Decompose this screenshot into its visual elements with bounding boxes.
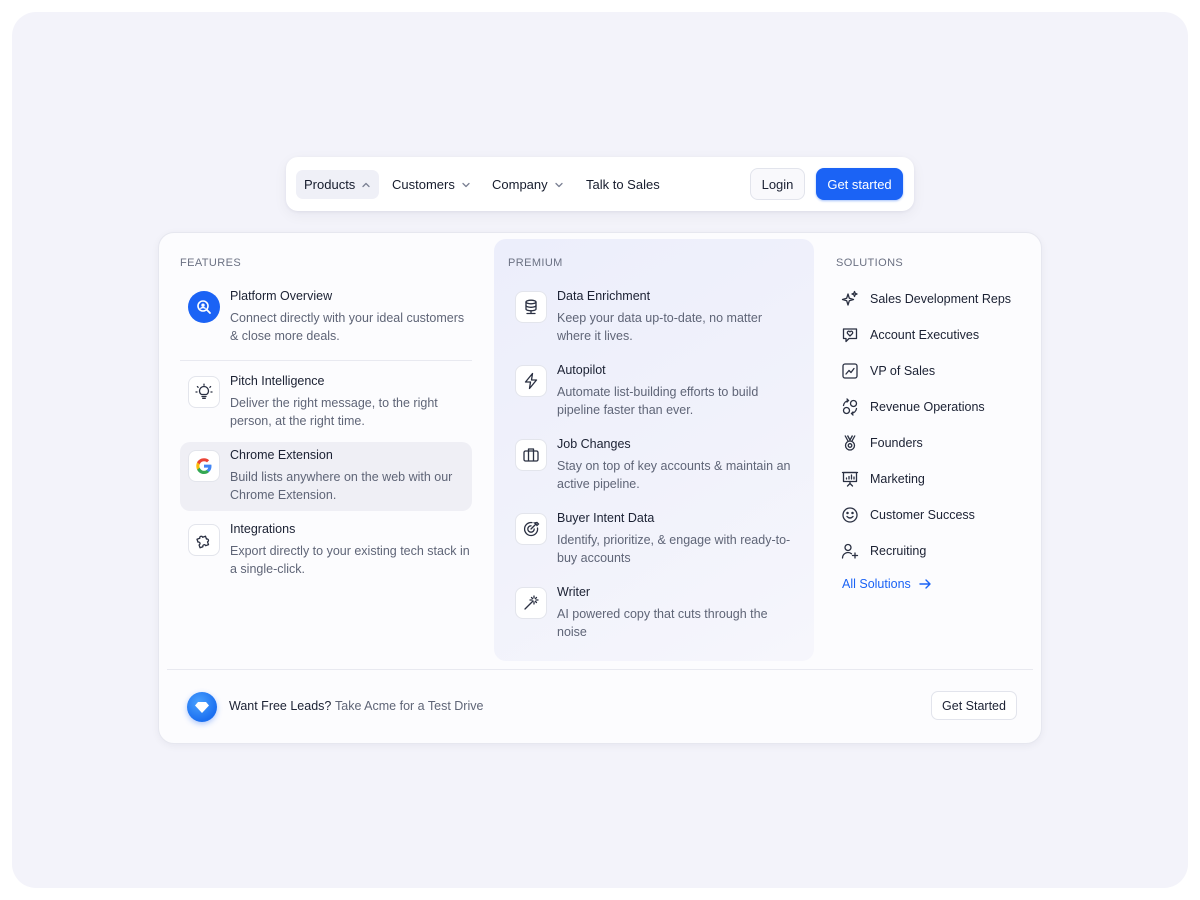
smile-icon <box>841 506 859 524</box>
premium-desc: Stay on top of key accounts & maintain a… <box>557 459 791 491</box>
nav-customers-label: Customers <box>392 177 455 192</box>
products-mega-menu: FEATURES Platform Overview Connect direc… <box>158 232 1042 744</box>
premium-desc: Automate list-building efforts to build … <box>557 385 759 417</box>
lightning-icon <box>515 365 547 397</box>
briefcase-icon <box>515 439 547 471</box>
diamond-icon <box>187 692 217 722</box>
feature-chrome-extension[interactable]: Chrome Extension Build lists anywhere on… <box>180 442 472 511</box>
solution-founders[interactable]: Founders <box>841 433 923 453</box>
nav-talk-to-sales-label: Talk to Sales <box>586 177 660 192</box>
feature-title: Chrome Extension <box>230 448 333 462</box>
solution-label: Founders <box>870 436 923 450</box>
chevron-up-icon <box>362 182 370 187</box>
promo-bar: Want Free Leads? Take Acme for a Test Dr… <box>187 691 1017 723</box>
solution-recruiting[interactable]: Recruiting <box>841 541 926 561</box>
database-icon <box>515 291 547 323</box>
promo-subtext: Take Acme for a Test Drive <box>335 699 484 713</box>
feature-desc: Connect directly with your ideal custome… <box>230 311 465 343</box>
premium-writer[interactable]: Writer AI powered copy that cuts through… <box>507 579 799 643</box>
premium-title: Buyer Intent Data <box>557 511 655 525</box>
feature-title: Platform Overview <box>230 289 333 303</box>
feature-desc: Export directly to your existing tech st… <box>230 544 470 576</box>
chevron-down-icon <box>462 182 470 187</box>
solution-label: Customer Success <box>870 508 975 522</box>
presentation-icon <box>841 470 859 488</box>
feature-pitch-intelligence[interactable]: Pitch Intelligence Deliver the right mes… <box>180 368 472 432</box>
features-section-title: FEATURES <box>180 257 242 269</box>
premium-buyer-intent-data[interactable]: Buyer Intent Data Identify, prioritize, … <box>507 505 799 569</box>
medal-icon <box>841 434 859 452</box>
premium-title: Job Changes <box>557 437 631 451</box>
get-started-button[interactable]: Get started <box>816 168 903 200</box>
premium-section-title: PREMIUM <box>508 257 563 269</box>
solution-marketing[interactable]: Marketing <box>841 469 925 489</box>
puzzle-icon <box>188 524 220 556</box>
solution-label: Recruiting <box>870 544 927 558</box>
solution-sales-development-reps[interactable]: Sales Development Reps <box>841 289 1011 309</box>
search-badge-icon <box>188 291 220 323</box>
promo-headline: Want Free Leads? <box>229 699 332 713</box>
solution-label: Sales Development Reps <box>870 292 1012 306</box>
arrow-right-icon <box>919 579 931 589</box>
all-solutions-label: All Solutions <box>842 577 911 591</box>
cycle-icon <box>841 398 859 416</box>
premium-job-changes[interactable]: Job Changes Stay on top of key accounts … <box>507 431 799 495</box>
feature-desc: Build lists anywhere on the web with our… <box>230 470 453 502</box>
promo-get-started-button[interactable]: Get Started <box>931 691 1017 720</box>
target-icon <box>515 513 547 545</box>
footer-divider <box>167 669 1033 670</box>
all-solutions-link[interactable]: All Solutions <box>842 577 932 591</box>
chart-up-icon <box>841 362 859 380</box>
premium-title: Data Enrichment <box>557 289 651 303</box>
premium-title: Autopilot <box>557 363 606 377</box>
premium-desc: Identify, prioritize, & engage with read… <box>557 533 791 565</box>
premium-desc: Keep your data up-to-date, no matter whe… <box>557 311 762 343</box>
features-divider <box>180 360 472 361</box>
nav-customers[interactable]: Customers <box>384 170 479 199</box>
solution-customer-success[interactable]: Customer Success <box>841 505 975 525</box>
lightbulb-icon <box>188 376 220 408</box>
nav-products-label: Products <box>304 177 356 192</box>
login-button[interactable]: Login <box>750 168 805 200</box>
feature-desc: Deliver the right message, to the right … <box>230 396 438 428</box>
chat-heart-icon <box>841 326 859 344</box>
solution-label: Account Executives <box>870 328 980 342</box>
google-icon <box>188 450 220 482</box>
nav-talk-to-sales[interactable]: Talk to Sales <box>578 170 668 199</box>
premium-autopilot[interactable]: Autopilot Automate list-building efforts… <box>507 357 799 421</box>
top-navbar: Products Customers Company Talk to Sales… <box>286 157 914 211</box>
sparkles-icon <box>841 290 859 308</box>
nav-products[interactable]: Products <box>296 170 380 199</box>
nav-company-label: Company <box>492 177 548 192</box>
user-plus-icon <box>841 542 859 560</box>
solution-label: VP of Sales <box>870 364 936 378</box>
chevron-down-icon <box>554 182 563 187</box>
solutions-section-title: SOLUTIONS <box>836 257 904 269</box>
feature-platform-overview[interactable]: Platform Overview Connect directly with … <box>180 283 472 347</box>
premium-title: Writer <box>557 585 591 599</box>
feature-integrations[interactable]: Integrations Export directly to your exi… <box>180 516 472 580</box>
premium-desc: AI powered copy that cuts through the no… <box>557 607 768 639</box>
premium-data-enrichment[interactable]: Data Enrichment Keep your data up-to-dat… <box>507 283 799 347</box>
solution-label: Marketing <box>870 472 925 486</box>
feature-title: Pitch Intelligence <box>230 374 325 388</box>
solution-account-executives[interactable]: Account Executives <box>841 325 979 345</box>
solution-revenue-operations[interactable]: Revenue Operations <box>841 397 985 417</box>
solution-vp-of-sales[interactable]: VP of Sales <box>841 361 935 381</box>
nav-company[interactable]: Company <box>484 170 572 199</box>
feature-title: Integrations <box>230 522 296 536</box>
solution-label: Revenue Operations <box>870 400 985 414</box>
magic-wand-icon <box>515 587 547 619</box>
